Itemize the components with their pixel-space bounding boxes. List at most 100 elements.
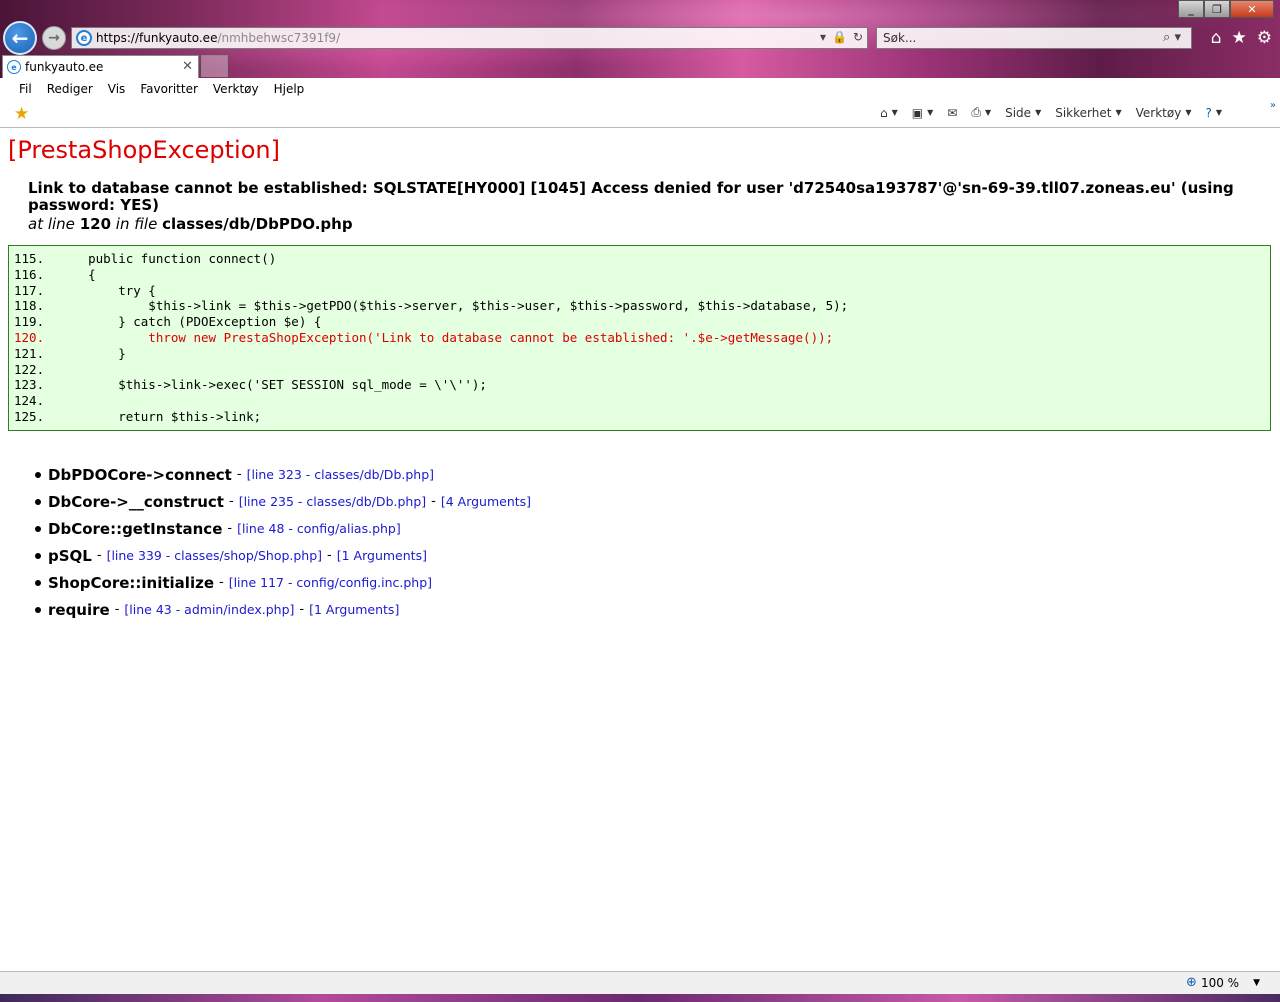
- menu-help[interactable]: Hjelp: [274, 82, 305, 96]
- help-command[interactable]: ? ▼: [1205, 106, 1222, 120]
- mail-command[interactable]: ✉: [947, 106, 957, 120]
- menu-file[interactable]: Fil: [19, 82, 32, 96]
- security-menu-label: Sikkerhet: [1055, 105, 1112, 120]
- code-line: 125. return $this->link;: [14, 409, 1265, 425]
- zoom-control[interactable]: ⊕ 100 % ▼: [1186, 975, 1260, 990]
- code-line: 123. $this->link->exec('SET SESSION sql_…: [14, 377, 1265, 393]
- trace-item: DbCore->__construct - [line 235 - classes/…: [34, 488, 531, 515]
- trace-separator: -: [327, 548, 332, 563]
- code-line-text: }: [58, 345, 126, 361]
- security-menu[interactable]: Sikkerhet ▼: [1055, 106, 1121, 120]
- menu-favorites[interactable]: Favoritter: [140, 82, 198, 96]
- command-bar: ★ ⌂ ▼ ▣ ▼ ✉ ⎙ ▼ Side ▼ Sikkerhet ▼ Verktøy ▼ ?…: [0, 100, 1280, 128]
- taskbar: [0, 994, 1280, 1002]
- add-favorite-icon[interactable]: ★: [14, 104, 29, 124]
- code-line-text: {: [58, 266, 96, 282]
- location-line: 120: [79, 215, 112, 233]
- menu-tools[interactable]: Verktøy: [213, 82, 259, 96]
- browser-right-icons: ⌂ ★ ⚙: [1211, 28, 1272, 48]
- lock-icon[interactable]: 🔒: [832, 30, 847, 44]
- trace-file-link[interactable]: [line 235 - classes/db/Db.php]: [239, 494, 426, 509]
- code-line-text: $this->link->exec('SET SESSION sql_mode …: [58, 377, 487, 393]
- code-line: 117. try {: [14, 283, 1265, 299]
- menu-edit[interactable]: Rediger: [47, 82, 93, 96]
- trace-arguments-link[interactable]: [4 Arguments]: [441, 494, 531, 509]
- rss-icon: ▣: [911, 105, 924, 120]
- code-line: 119. } catch (PDOException $e) {: [14, 314, 1265, 330]
- code-line-number: 121.: [14, 345, 45, 361]
- trace-separator: -: [228, 494, 234, 509]
- location-file: classes/db/DbPDO.php: [162, 215, 353, 233]
- tools-menu-label: Verktøy: [1135, 105, 1182, 120]
- favorites-star-icon[interactable]: ★: [1232, 28, 1247, 48]
- tab-funkyauto[interactable]: e funkyauto.ee ✕: [2, 55, 199, 78]
- trace-file-link[interactable]: [line 339 - classes/shop/Shop.php]: [107, 548, 322, 563]
- trace-arguments-link[interactable]: [1 Arguments]: [309, 602, 399, 617]
- code-line-number: 120.: [14, 329, 45, 345]
- url-host: https://funkyauto.ee: [96, 31, 218, 45]
- trace-item: DbCore::getInstance - [line 48 - config/al…: [34, 515, 531, 542]
- print-command[interactable]: ⎙ ▼: [971, 105, 991, 120]
- trace-function: pSQL: [48, 546, 92, 565]
- close-window-button[interactable]: ✕: [1230, 0, 1274, 18]
- home-icon: ⌂: [880, 105, 888, 120]
- feeds-command[interactable]: ▣ ▼: [912, 106, 934, 120]
- trace-file-link[interactable]: [line 48 - config/alias.php]: [237, 521, 401, 536]
- trace-file-link[interactable]: [line 43 - admin/index.php]: [124, 602, 294, 617]
- location-mid: in file: [115, 215, 158, 233]
- code-line-number: 119.: [14, 314, 45, 330]
- code-line: 122.: [14, 362, 1265, 378]
- trace-function: DbCore->__construct: [48, 492, 224, 511]
- maximize-button[interactable]: ❐: [1204, 0, 1230, 18]
- code-line: 116. {: [14, 267, 1265, 283]
- search-input[interactable]: Søk... ⌕ ▾: [876, 27, 1192, 49]
- status-bar: ⊕ 100 % ▼: [0, 971, 1280, 994]
- code-line-text: } catch (PDOException $e) {: [58, 314, 322, 330]
- chevron-down-icon: ▼: [1185, 108, 1192, 117]
- arrow-left-icon: ←: [11, 26, 29, 50]
- tab-title: funkyauto.ee: [25, 60, 104, 74]
- gear-icon[interactable]: ⚙: [1257, 28, 1272, 48]
- chevron-down-icon: ▼: [1115, 108, 1122, 117]
- code-line-number: 115.: [14, 251, 45, 266]
- minimize-button[interactable]: _: [1178, 0, 1204, 18]
- chevron-more-icon[interactable]: »: [1270, 100, 1276, 111]
- menu-view[interactable]: Vis: [108, 82, 126, 96]
- mail-icon: ✉: [947, 105, 958, 120]
- address-bar[interactable]: e https://funkyauto.ee/nmhbehwsc7391f9/ …: [71, 27, 868, 49]
- new-tab-button[interactable]: [201, 55, 228, 77]
- command-tools: ⌂ ▼ ▣ ▼ ✉ ⎙ ▼ Side ▼ Sikkerhet ▼ Verktøy ▼ ? ▼: [880, 105, 1236, 120]
- back-button[interactable]: ←: [3, 21, 37, 55]
- trace-file-link[interactable]: [line 117 - config/config.inc.php]: [229, 575, 432, 590]
- forward-button[interactable]: →: [42, 26, 66, 50]
- trace-file-link[interactable]: [line 323 - classes/db/Db.php]: [247, 467, 434, 482]
- menu-bar: Fil Rediger Vis Favoritter Verktøy Hjelp: [0, 78, 1280, 100]
- code-line-text: throw new PrestaShopException('Link to d…: [58, 329, 834, 345]
- zoom-icon: ⊕: [1186, 975, 1197, 990]
- refresh-icon[interactable]: ↻: [853, 30, 863, 44]
- home-icon[interactable]: ⌂: [1211, 28, 1222, 48]
- tools-menu[interactable]: Verktøy ▼: [1136, 106, 1192, 120]
- arrow-right-icon: →: [48, 30, 60, 46]
- trace-separator: -: [96, 548, 102, 563]
- tab-close-icon[interactable]: ✕: [182, 59, 193, 74]
- trace-function: DbCore::getInstance: [48, 519, 223, 538]
- trace-function: require: [48, 600, 110, 619]
- chevron-down-icon: ▼: [1253, 977, 1260, 988]
- code-line: 120. throw new PrestaShopException('Link…: [14, 330, 1265, 346]
- code-line-number: 118.: [14, 298, 45, 314]
- code-line-text: $this->link = $this->getPDO($this->serve…: [58, 298, 849, 314]
- code-line: 124.: [14, 393, 1265, 409]
- address-dropdown-icon[interactable]: ▾: [820, 30, 826, 44]
- printer-icon: ⎙: [971, 105, 981, 119]
- trace-arguments-link[interactable]: [1 Arguments]: [337, 548, 427, 563]
- zoom-level: 100 %: [1200, 975, 1240, 990]
- page-menu[interactable]: Side ▼: [1005, 106, 1041, 120]
- window-controls: _ ❐ ✕: [1178, 0, 1274, 18]
- home-command[interactable]: ⌂ ▼: [880, 106, 898, 120]
- chevron-down-icon: ▼: [927, 108, 934, 117]
- search-placeholder: Søk...: [883, 31, 917, 45]
- code-line: 115. public function connect(): [14, 251, 1265, 267]
- url-path: /nmhbehwsc7391f9/: [217, 31, 341, 45]
- search-icon[interactable]: ⌕ ▾: [1163, 30, 1181, 45]
